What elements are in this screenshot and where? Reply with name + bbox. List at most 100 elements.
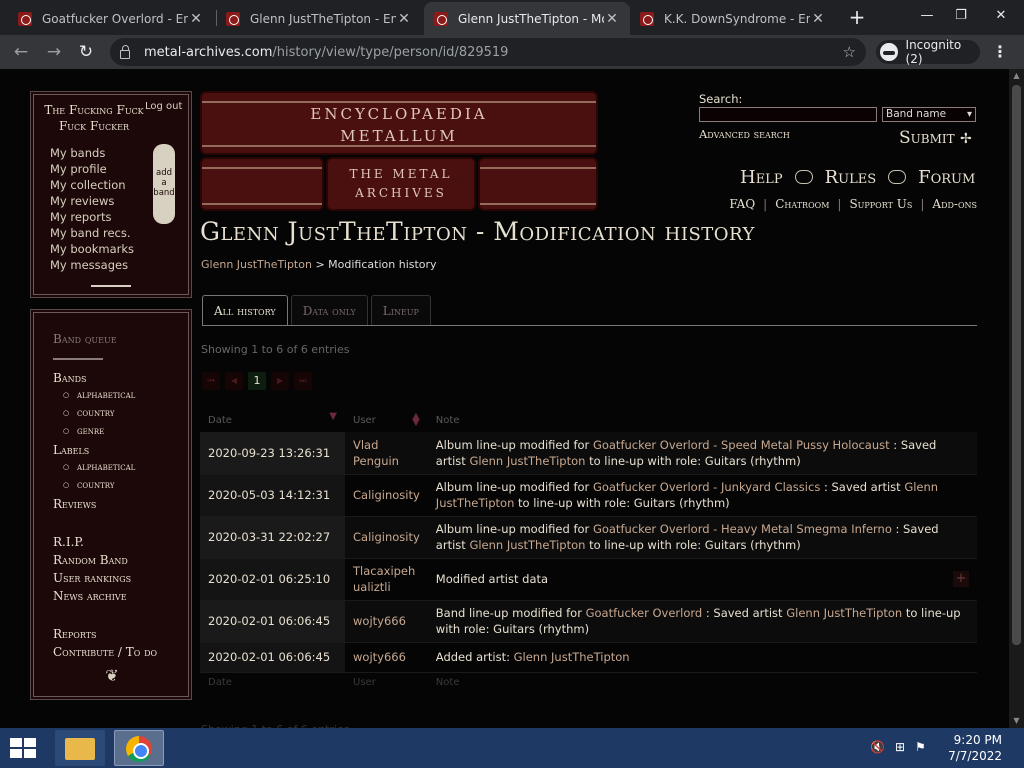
header-label: Date [208,415,232,426]
rip-link[interactable]: R.I.P. [53,535,84,549]
system-clock[interactable]: 9:20 PM 7/7/2022 [948,732,1002,764]
forward-arrow-icon[interactable]: → [42,40,66,64]
search-input[interactable] [699,107,877,122]
table-row: 2020-03-31 22:02:27 Caliginosity Album l… [200,516,977,559]
address-bar[interactable]: metal-archives.com/history/view/type/per… [110,38,866,66]
note-album-link[interactable]: Goatfucker Overlord - Speed Metal Pussy … [593,438,890,452]
row-user-link[interactable]: wojty666 [345,642,428,673]
date-column-header[interactable]: Date ▼ [200,409,345,432]
window-close-icon[interactable]: ✕ [984,0,1018,32]
network-icon[interactable]: ⊞ [895,740,905,754]
user-rankings-link[interactable]: User rankings [53,571,131,585]
submit-button[interactable]: Submit ✢ [899,128,972,148]
tab-close-icon[interactable]: ✕ [396,11,412,27]
bands-alphabetical-link[interactable]: alphabetical [63,390,135,401]
contribute-link[interactable]: Contribute / To do [53,645,157,659]
action-center-icon[interactable]: ⚑ [915,740,926,754]
restore-icon[interactable]: ❐ [944,0,978,32]
windows-start-icon[interactable] [10,738,38,760]
reports-link[interactable]: Reports [53,627,97,641]
my-reports-link[interactable]: My reports [50,209,134,225]
browser-tab-1[interactable]: Goatfucker Overlord - Ency ✕ [8,2,214,35]
band-queue-link[interactable]: Band queue [53,332,117,346]
tab-close-icon[interactable]: ✕ [188,11,204,27]
help-link[interactable]: Help [740,167,783,188]
news-archive-link[interactable]: News archive [53,589,127,603]
my-bands-link[interactable]: My bands [50,145,134,161]
tab-close-icon[interactable]: ✕ [810,11,826,27]
bands-country-link[interactable]: country [63,408,115,419]
last-page-icon[interactable]: ⏭ [294,372,312,390]
note-artist-link[interactable]: Glenn JustTheTipton [514,650,630,664]
search-type-select[interactable]: Band name [882,107,976,122]
file-explorer-icon[interactable] [55,730,105,766]
reload-icon[interactable]: ↻ [74,40,98,64]
site-logo[interactable]: ENCYCLOPAEDIA METALLUM THE METAL ARCHIVE… [200,91,598,211]
chatroom-link[interactable]: Chatroom [775,197,829,211]
next-page-icon[interactable]: ▶ [271,372,289,390]
table-row: 2020-02-01 06:06:45 wojty666 Band line-u… [200,600,977,643]
sort-both-icon: ▲ ▼ [412,411,420,428]
user-column-header[interactable]: User ▲ ▼ [345,409,428,432]
incognito-button[interactable]: Incognito (2) [876,38,980,66]
logout-link[interactable]: Log out [145,101,182,112]
row-user-link[interactable]: Caliginosity [345,516,428,559]
browser-tab-2[interactable]: Glenn JustTheTipton - Ency ✕ [216,2,422,35]
bands-link[interactable]: Bands [53,371,87,385]
page-number[interactable]: 1 [248,372,266,390]
new-tab-plus-icon[interactable]: + [846,6,868,28]
tab-data-only[interactable]: Data only [290,295,368,325]
tab-all-history[interactable]: All history [202,295,288,325]
row-user-link[interactable]: Caliginosity [345,474,428,517]
note-album-link[interactable]: Goatfucker Overlord - Heavy Metal Smegma… [593,522,892,536]
chrome-icon[interactable] [114,730,164,766]
support-us-link[interactable]: Support Us [849,197,912,211]
note-artist-link[interactable]: Glenn JustTheTipton [469,538,585,552]
browser-tab-3-active[interactable]: Glenn JustTheTipton - Mod ✕ [424,2,630,35]
advanced-search-link[interactable]: Advanced search [699,127,790,141]
row-user-link[interactable]: Vlad Penguin [345,432,428,475]
volume-muted-icon[interactable]: 🔇 [870,740,885,754]
back-arrow-icon[interactable]: ← [9,40,33,64]
note-band-link[interactable]: Goatfucker Overlord [586,606,703,620]
faq-link[interactable]: FAQ [729,197,755,211]
scroll-down-icon[interactable]: ▼ [1009,714,1024,728]
reviews-link[interactable]: Reviews [53,497,96,511]
random-band-link[interactable]: Random Band [53,553,128,567]
page-scrollbar[interactable]: ▲ ▼ [1009,69,1024,728]
add-ons-link[interactable]: Add-ons [932,197,977,211]
labels-alphabetical-link[interactable]: alphabetical [63,462,135,473]
my-band-recs-link[interactable]: My band recs. [50,225,134,241]
row-user-link[interactable]: wojty666 [345,600,428,643]
note-artist-link[interactable]: Glenn JustTheTipton [469,454,585,468]
first-page-icon[interactable]: ⏮ [202,372,220,390]
row-user-link[interactable]: Tlacaxipehualiztli [345,558,428,601]
scroll-up-icon[interactable]: ▲ [1009,69,1024,83]
prev-page-icon[interactable]: ◀ [225,372,243,390]
bookmark-star-icon[interactable]: ☆ [843,43,856,61]
more-menu-icon[interactable]: ⋮ [992,42,1008,61]
labels-link[interactable]: Labels [53,443,89,457]
expand-plus-icon[interactable]: + [953,571,969,587]
my-messages-link[interactable]: My messages [50,257,134,273]
bands-genre-link[interactable]: genre [63,426,104,437]
scroll-thumb[interactable] [1012,85,1021,645]
tab-close-icon[interactable]: ✕ [604,11,620,27]
username[interactable]: The Fucking Fuck Fuck Fucker [39,102,149,134]
minimize-icon[interactable]: — [910,0,944,32]
my-reviews-link[interactable]: My reviews [50,193,134,209]
browser-tab-4[interactable]: K.K. DownSyndrome - Ency ✕ [630,2,836,35]
note-album-link[interactable]: Goatfucker Overlord - Junkyard Classics [593,480,820,494]
add-band-button[interactable]: add a band [153,144,175,224]
rules-link[interactable]: Rules [825,167,877,188]
my-bookmarks-link[interactable]: My bookmarks [50,241,134,257]
forum-link[interactable]: Forum [918,167,975,188]
breadcrumb-separator: > [315,258,325,271]
note-artist-link[interactable]: Glenn JustTheTipton [786,606,902,620]
tab-lineup[interactable]: Lineup [370,295,431,325]
my-profile-link[interactable]: My profile [50,161,134,177]
my-collection-link[interactable]: My collection [50,177,134,193]
breadcrumb-artist-link[interactable]: Glenn JustTheTipton [201,258,312,271]
note-text: to line-up with role: Guitars (rhythm) [585,538,801,552]
labels-country-link[interactable]: country [63,480,115,491]
